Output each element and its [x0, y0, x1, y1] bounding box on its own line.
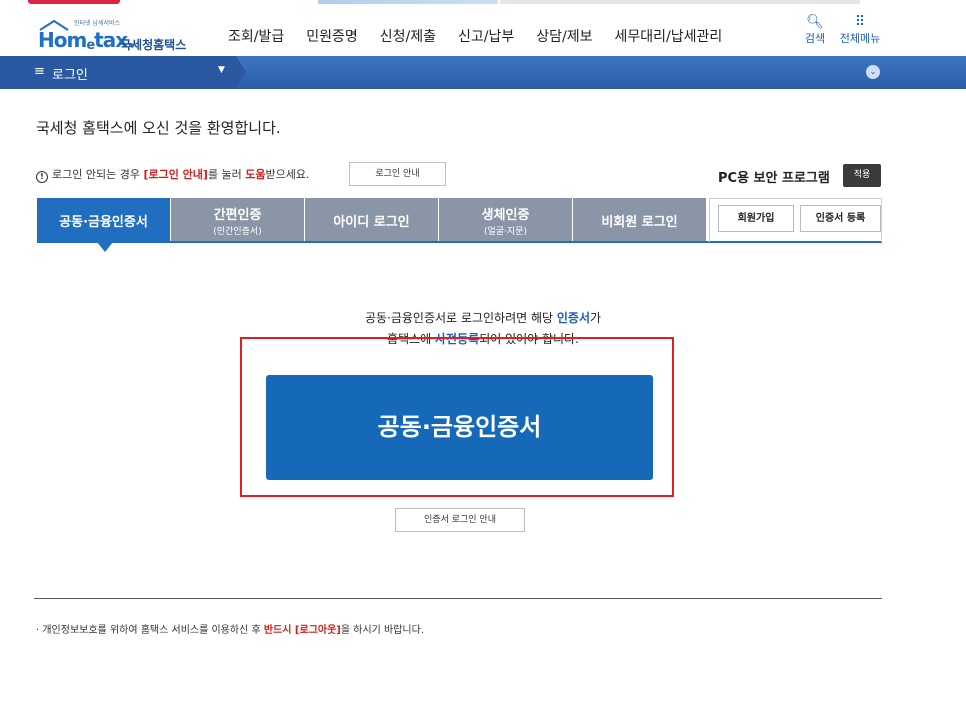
tab-guest-login[interactable]: 비회원 로그인 — [573, 198, 707, 242]
all-menu-label: 전체메뉴 — [839, 32, 881, 45]
all-menu-button[interactable]: ⠿ 전체메뉴 — [836, 14, 884, 46]
nav-item[interactable]: 조회/발급 — [228, 26, 284, 46]
search-button[interactable]: 🔍︎ 검색 — [800, 14, 830, 46]
segment-arrow — [236, 56, 246, 88]
hometax-logo[interactable]: 인터넷 납세서비스 Hometax. 국세청홈택스 — [36, 16, 201, 53]
cert-login-guide-button[interactable]: 인증서 로그인 안내 — [395, 508, 525, 532]
security-program-label: PC용 보안 프로그램 — [718, 171, 830, 186]
active-tab-pointer — [97, 242, 113, 252]
logout-notice: · 개인정보보호를 위하여 홈택스 서비스를 이용하신 후 반드시 [로그아웃]… — [36, 625, 425, 636]
expand-circle-icon[interactable]: ⌄ — [866, 65, 880, 79]
header: 인터넷 납세서비스 Hometax. 국세청홈택스 조회/발급 민원증명 신청/… — [0, 6, 966, 56]
search-icon: 🔍︎ — [806, 14, 824, 30]
certificate-login-button[interactable]: 공동·금융인증서 — [266, 375, 653, 480]
tab-biometric[interactable]: 생체인증 (얼굴·지문) — [439, 198, 573, 242]
side-button-group: 회원가입 인증서 등록 — [709, 198, 882, 242]
nav-item[interactable]: 민원증명 — [306, 26, 358, 46]
exclamation-icon: ! — [36, 171, 48, 183]
cert-register-button[interactable]: 인증서 등록 — [800, 205, 881, 232]
top-red-tag[interactable] — [28, 0, 120, 4]
top-util-links[interactable] — [500, 0, 860, 4]
login-guide-button[interactable]: 로그인 안내 — [349, 162, 446, 186]
info-line-1: 공동·금융인증서로 로그인하려면 해당 인증서가 — [364, 311, 602, 325]
logo-small-text: 인터넷 납세서비스 — [74, 20, 121, 27]
apply-button[interactable]: 적용 — [843, 164, 881, 187]
login-notice: ! 로그인 안되는 경우 [로그인 안내]를 눌러 도움받으세요. — [36, 166, 310, 183]
nav-item[interactable]: 세무대리/납세관리 — [615, 26, 723, 46]
nav-item[interactable]: 상담/제보 — [536, 26, 592, 46]
search-label: 검색 — [804, 32, 826, 45]
location-bar: ≡ 로그인 ▼ ⌄ — [0, 56, 966, 89]
nav-item[interactable]: 신청/제출 — [380, 26, 436, 46]
tab-id-login[interactable]: 아이디 로그인 — [305, 198, 439, 242]
logo-brand-text: 국세청홈택스 — [120, 38, 187, 52]
tab-simple-auth[interactable]: 간편인증 (민간인증서) — [171, 198, 305, 242]
login-tabs: 공동·금융인증서 간편인증 (민간인증서) 아이디 로그인 생체인증 (얼굴·지… — [37, 198, 709, 242]
signup-button[interactable]: 회원가입 — [718, 205, 794, 232]
top-links[interactable] — [318, 0, 498, 4]
nav-item[interactable]: 신고/납부 — [458, 26, 514, 46]
tab-certificate[interactable]: 공동·금융인증서 — [37, 198, 171, 242]
help-text: 도움 — [245, 168, 266, 181]
main-nav: 조회/발급 민원증명 신청/제출 신고/납부 상담/제보 세무대리/납세관리 — [228, 26, 744, 46]
breadcrumb: 로그인 — [52, 68, 88, 83]
hamburger-icon: ≡ — [34, 64, 45, 79]
divider — [34, 598, 882, 599]
page-title: 국세청 홈택스에 오신 것을 환영합니다. — [36, 119, 281, 137]
caret-down-icon[interactable]: ▼ — [218, 65, 225, 75]
login-guide-link[interactable]: [로그인 안내] — [143, 168, 207, 181]
grid-menu-icon: ⠿ — [854, 14, 866, 30]
